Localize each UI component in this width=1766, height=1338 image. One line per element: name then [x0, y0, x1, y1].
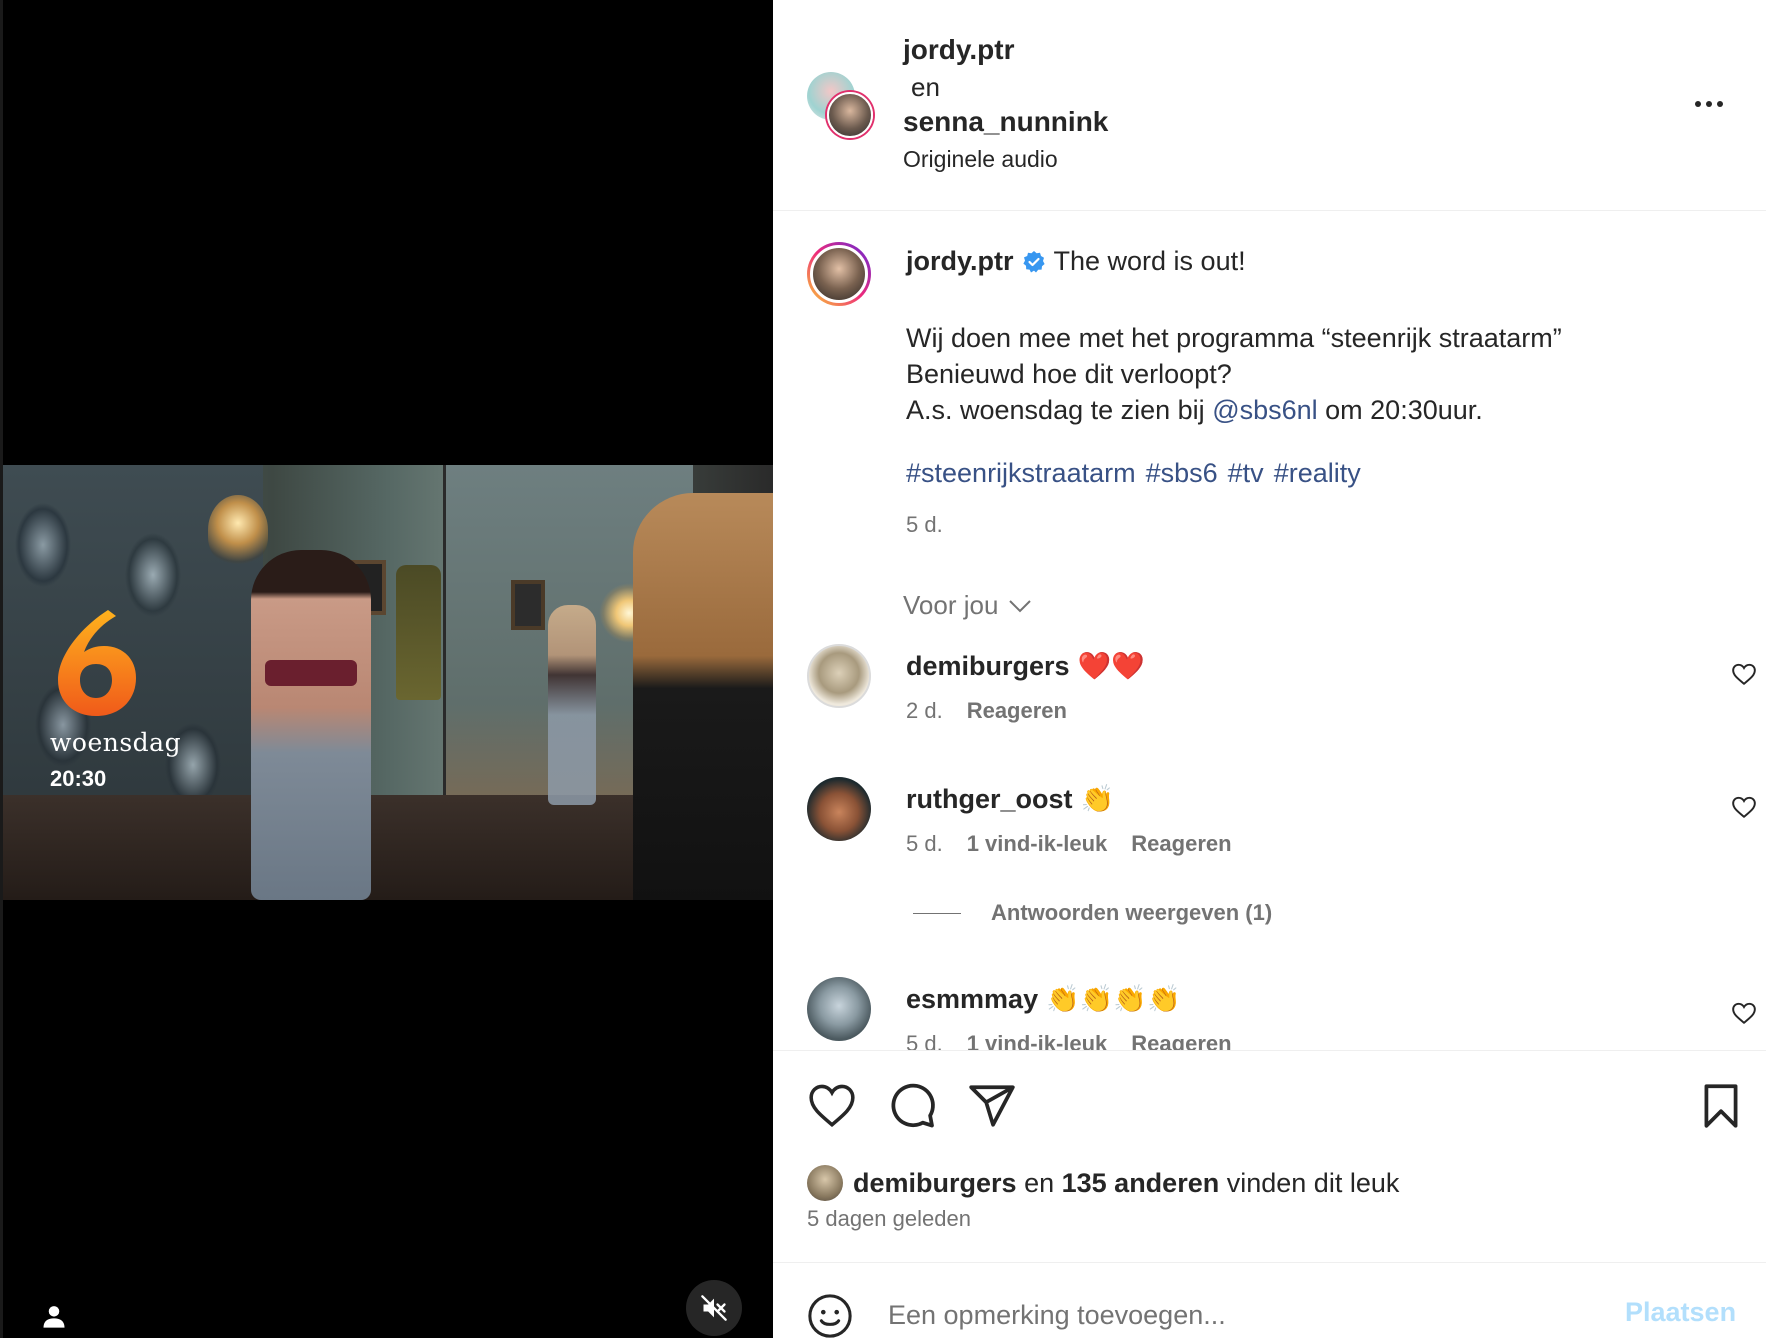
- video-player[interactable]: woensdag 20:30: [0, 0, 773, 1338]
- post-details-panel: jordy.ptr en senna_nunnink Originele aud…: [773, 0, 1766, 1338]
- post-header: jordy.ptr en senna_nunnink Originele aud…: [773, 0, 1766, 211]
- comment-text: 👏: [1080, 784, 1115, 814]
- sbs6-logo-icon: [58, 610, 136, 716]
- comment-input[interactable]: [888, 1293, 1588, 1337]
- comments-scroll-area[interactable]: jordy.ptr The word is out! Wij doen mee …: [773, 212, 1766, 1050]
- view-replies-label: Antwoorden weergeven (1): [991, 900, 1273, 925]
- caption-line: Benieuwd hoe dit verloopt?: [906, 359, 1232, 389]
- comment-text: ❤️❤️: [1077, 651, 1145, 681]
- dot-icon: [1717, 101, 1723, 107]
- comment-text: 👏👏👏👏: [1046, 984, 1181, 1014]
- overlay-day: woensdag: [50, 728, 182, 757]
- mention-link[interactable]: @sbs6nl: [1212, 395, 1317, 425]
- comment-sort-dropdown[interactable]: Voor jou: [903, 590, 1032, 621]
- comment-like-heart-icon[interactable]: [1731, 662, 1757, 686]
- comment-meta: 5 d. 1 vind-ik-leuk Reageren: [906, 1031, 1232, 1050]
- caption-text: A.s. woensdag te zien bij: [906, 395, 1213, 425]
- comment-item: ruthger_oost 👏 5 d. 1 vind-ik-leuk Reage…: [773, 775, 1766, 875]
- mirror-reflection-person: [548, 605, 596, 805]
- chandelier: [208, 495, 268, 565]
- collab-avatars[interactable]: [807, 72, 873, 138]
- caption-line: A.s. woensdag te zien bij @sbs6nl om 20:…: [906, 392, 1562, 428]
- view-replies-button[interactable]: Antwoorden weergeven (1): [913, 900, 1272, 926]
- comment-item: esmmmay 👏👏👏👏 5 d. 1 vind-ik-leuk Reagere…: [773, 975, 1766, 1050]
- caption-body: Wij doen mee met het programma “steenrij…: [906, 320, 1562, 428]
- comment-meta: 5 d. 1 vind-ik-leuk Reageren: [906, 831, 1232, 857]
- hashtag-link[interactable]: #tv: [1228, 458, 1264, 489]
- header-username-1[interactable]: jordy.ptr: [903, 34, 1014, 66]
- avatar[interactable]: [807, 777, 871, 841]
- hashtag-link[interactable]: #steenrijkstraatarm: [906, 458, 1136, 489]
- comment-header: ruthger_oost 👏: [906, 783, 1114, 815]
- reply-button[interactable]: Reageren: [1131, 831, 1231, 857]
- liked-by-others[interactable]: 135 anderen: [1062, 1168, 1220, 1198]
- header-conjunction: en: [911, 72, 940, 102]
- avatar[interactable]: [807, 1165, 843, 1201]
- post-actions: demiburgers en 135 anderen vinden dit le…: [773, 1050, 1766, 1262]
- liked-by-and: en: [1024, 1167, 1055, 1198]
- reply-button[interactable]: Reageren: [1131, 1031, 1231, 1050]
- person-front: [251, 550, 371, 900]
- comment-header: esmmmay 👏👏👏👏: [906, 983, 1181, 1015]
- comment-like-count[interactable]: 1 vind-ik-leuk: [967, 831, 1108, 857]
- comment-like-heart-icon[interactable]: [1731, 1001, 1757, 1025]
- caption-text: om 20:30uur.: [1317, 395, 1483, 425]
- overlay-time: 20:30: [50, 766, 107, 791]
- comment-header: demiburgers ❤️❤️: [906, 650, 1145, 682]
- dot-icon: [1695, 101, 1701, 107]
- like-heart-icon[interactable]: [807, 1081, 857, 1131]
- comment-username[interactable]: esmmmay: [906, 984, 1038, 1015]
- audio-link[interactable]: Originele audio: [903, 146, 1058, 173]
- chevron-down-icon: [1009, 599, 1032, 612]
- person-right: [633, 493, 773, 900]
- verified-badge-icon: [1022, 250, 1045, 272]
- post-date[interactable]: 5 dagen geleden: [807, 1206, 971, 1232]
- caption-line: Wij doen mee met het programma “steenrij…: [906, 323, 1562, 353]
- mute-toggle-button[interactable]: [686, 1280, 742, 1336]
- header-username-2[interactable]: senna_nunnink: [903, 106, 1108, 138]
- liked-by-suffix: vinden dit leuk: [1226, 1167, 1400, 1198]
- wall-picture-reflection: [511, 580, 545, 630]
- comment-sort-label: Voor jou: [903, 590, 999, 620]
- more-options-button[interactable]: [1695, 92, 1735, 116]
- comment-time[interactable]: 5 d.: [906, 1031, 943, 1050]
- avatar[interactable]: [807, 977, 871, 1041]
- comment-bubble-icon[interactable]: [887, 1081, 937, 1131]
- avatar[interactable]: [807, 644, 871, 708]
- comment-time[interactable]: 2 d.: [906, 698, 943, 724]
- hashtag-list: #steenrijkstraatarm #sbs6 #tv #reality: [906, 458, 1361, 489]
- caption-first-line: The word is out!: [1053, 246, 1246, 276]
- comment-like-count[interactable]: 1 vind-ik-leuk: [967, 1031, 1108, 1050]
- likes-summary: demiburgers en 135 anderen vinden dit le…: [807, 1165, 1399, 1201]
- comment-like-heart-icon[interactable]: [1731, 795, 1757, 819]
- replies-divider: [913, 912, 961, 914]
- share-paper-plane-icon[interactable]: [967, 1081, 1017, 1131]
- comment-time[interactable]: 5 d.: [906, 831, 943, 857]
- comment-meta: 2 d. Reageren: [906, 698, 1067, 724]
- tagged-people-icon[interactable]: [40, 1302, 68, 1330]
- comment-item: demiburgers ❤️❤️ 2 d. Reageren: [773, 642, 1766, 742]
- liked-by-user[interactable]: demiburgers: [853, 1168, 1017, 1198]
- hashtag-link[interactable]: #sbs6: [1146, 458, 1218, 489]
- coat: [396, 565, 441, 700]
- caption-avatar[interactable]: [807, 242, 871, 306]
- comment-username[interactable]: ruthger_oost: [906, 784, 1073, 815]
- caption-header: jordy.ptr The word is out!: [906, 246, 1246, 277]
- add-comment-bar: Plaatsen: [773, 1262, 1766, 1338]
- hashtag-link[interactable]: #reality: [1274, 458, 1361, 489]
- reply-button[interactable]: Reageren: [967, 698, 1067, 724]
- emoji-icon[interactable]: [807, 1293, 853, 1338]
- garment: [265, 660, 357, 686]
- save-bookmark-icon[interactable]: [1696, 1081, 1746, 1131]
- avatar: [827, 92, 873, 138]
- comment-username[interactable]: demiburgers: [906, 651, 1070, 682]
- caption-timestamp[interactable]: 5 d.: [906, 512, 943, 538]
- post-comment-button[interactable]: Plaatsen: [1625, 1297, 1736, 1328]
- caption-username[interactable]: jordy.ptr: [906, 246, 1014, 277]
- dot-icon: [1706, 101, 1712, 107]
- muted-speaker-icon: [701, 1295, 727, 1321]
